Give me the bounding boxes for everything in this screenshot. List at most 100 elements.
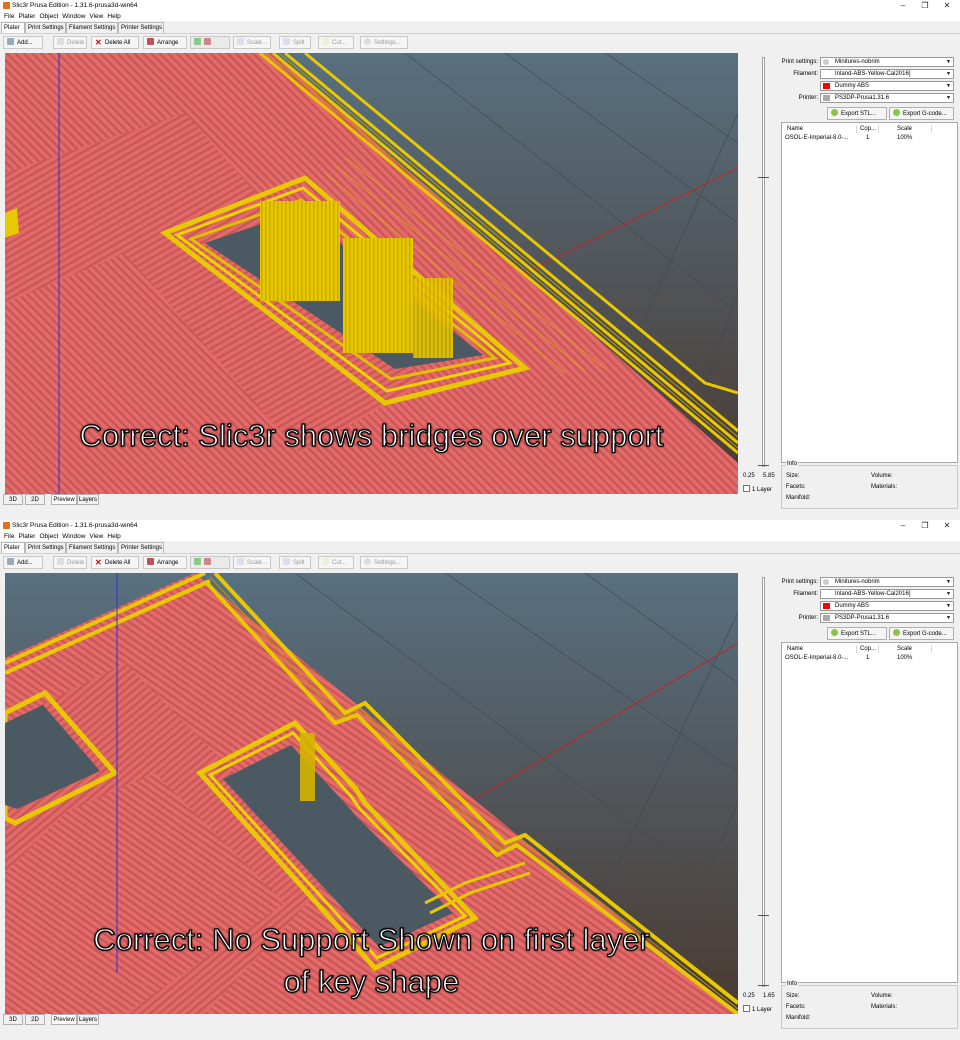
filament-select[interactable]: Inland-ABS-Yellow-Cal2016] ▼ xyxy=(820,589,954,599)
layer-slider-bottom-thumb[interactable] xyxy=(758,465,769,466)
print-settings-select[interactable]: Minitures-nobrim ▼ xyxy=(820,577,954,587)
export-gcode-button[interactable]: Export G-code... xyxy=(889,627,954,640)
layer-slider-panel: 0.25 5.85 1 Layer xyxy=(738,53,780,498)
tab-3d[interactable]: 3D xyxy=(3,1014,23,1025)
chevron-down-icon: ▼ xyxy=(946,579,951,585)
tab-layers[interactable]: Layers xyxy=(77,1014,99,1025)
column-header-scale[interactable]: Scale xyxy=(879,645,932,653)
close-button[interactable]: ✕ xyxy=(936,520,958,531)
split-button[interactable]: Split xyxy=(279,36,311,49)
info-volume: Volume: xyxy=(871,473,893,479)
rotate-buttons[interactable] xyxy=(190,36,230,49)
filament-row: Filament: Inland-ABS-Yellow-Cal2016] ▼ xyxy=(780,589,958,599)
column-header-name[interactable]: Name xyxy=(784,645,857,653)
delete-button[interactable]: Delete xyxy=(53,36,87,49)
scale-button[interactable]: Scale... xyxy=(233,556,271,569)
add-icon xyxy=(7,38,14,45)
filament-select[interactable]: Inland-ABS-Yellow-Cal2016] ▼ xyxy=(820,69,954,79)
tab-printer-settings[interactable]: Printer Settings xyxy=(118,542,164,553)
layer-slider-top-thumb[interactable] xyxy=(758,177,769,178)
menu-view[interactable]: View xyxy=(89,532,103,541)
menu-plater[interactable]: Plater xyxy=(18,12,35,21)
delete-icon xyxy=(57,558,64,565)
tab-print-settings[interactable]: Print Settings xyxy=(25,22,66,33)
tab-printer-settings[interactable]: Printer Settings xyxy=(118,22,164,33)
layer-slider[interactable] xyxy=(762,577,765,987)
export-gcode-label: Export G-code... xyxy=(903,631,947,637)
delete-all-button[interactable]: ✕ Delete All xyxy=(91,36,139,49)
add-button[interactable]: Add... xyxy=(3,36,43,49)
tab-filament-settings[interactable]: Filament Settings xyxy=(66,542,118,553)
one-layer-checkbox[interactable]: 1 Layer xyxy=(743,485,772,493)
menu-window[interactable]: Window xyxy=(62,532,85,541)
settings-button[interactable]: Settings... xyxy=(360,556,408,569)
restore-button[interactable]: ❐ xyxy=(914,0,936,11)
arrange-button[interactable]: Arrange xyxy=(143,36,187,49)
column-header-scale[interactable]: Scale xyxy=(879,125,932,133)
layer-slider-bottom-thumb[interactable] xyxy=(758,985,769,986)
cut-button[interactable]: Cut... xyxy=(318,556,354,569)
split-button[interactable]: Split xyxy=(279,556,311,569)
tab-preview[interactable]: Preview xyxy=(51,494,77,505)
export-gcode-button[interactable]: Export G-code... xyxy=(889,107,954,120)
scale-button[interactable]: Scale... xyxy=(233,36,271,49)
delete-label: Delete xyxy=(67,560,85,566)
table-row[interactable]: OSOL-E-Imperial-8.0-... 1 100% xyxy=(784,654,934,662)
tab-plater[interactable]: Plater xyxy=(1,542,25,553)
tab-print-settings[interactable]: Print Settings xyxy=(25,542,66,553)
cut-button[interactable]: Cut... xyxy=(318,36,354,49)
one-layer-checkbox[interactable]: 1 Layer xyxy=(743,1005,772,1013)
tab-2d[interactable]: 2D xyxy=(25,1014,45,1025)
rotate-buttons[interactable] xyxy=(190,556,230,569)
menu-object[interactable]: Object xyxy=(39,532,58,541)
tab-3d[interactable]: 3D xyxy=(3,494,23,505)
split-icon xyxy=(283,558,290,565)
table-row[interactable]: OSOL-E-Imperial-8.0-... 1 100% xyxy=(784,134,934,142)
plater-toolbar: Add... Delete ✕ Delete All Arrange Scale.… xyxy=(0,553,960,572)
restore-button[interactable]: ❐ xyxy=(914,520,936,531)
close-button[interactable]: ✕ xyxy=(936,0,958,11)
preview-viewport[interactable]: Correct: No Support Shown on first layer… xyxy=(5,573,738,1014)
menu-help[interactable]: Help xyxy=(107,12,120,21)
tab-filament-settings[interactable]: Filament Settings xyxy=(66,22,118,33)
object-list[interactable]: Name Cop... Scale OSOL-E-Imperial-8.0-..… xyxy=(781,122,958,463)
tab-plater[interactable]: Plater xyxy=(1,22,25,33)
printer-label: Printer: xyxy=(798,615,818,621)
preview-viewport[interactable]: Correct: Slic3r shows bridges over suppo… xyxy=(5,53,738,494)
menu-object[interactable]: Object xyxy=(39,12,58,21)
arrange-button[interactable]: Arrange xyxy=(143,556,187,569)
print-settings-select[interactable]: Minitures-nobrim ▼ xyxy=(820,57,954,67)
window-title: Slic3r Prusa Edition - 1.31.6-prusa3d-wi… xyxy=(12,522,138,529)
printer-select[interactable]: PS3DP-Prusa1.31.6 ▼ xyxy=(820,93,954,103)
menu-help[interactable]: Help xyxy=(107,532,120,541)
add-button[interactable]: Add... xyxy=(3,556,43,569)
export-stl-button[interactable]: Export STL... xyxy=(827,107,887,120)
object-list[interactable]: Name Cop... Scale OSOL-E-Imperial-8.0-..… xyxy=(781,642,958,983)
menu-file[interactable]: File xyxy=(4,12,14,21)
column-header-copies[interactable]: Cop... xyxy=(857,125,879,133)
settings-button[interactable]: Settings... xyxy=(360,36,408,49)
menu-file[interactable]: File xyxy=(4,532,14,541)
menu-view[interactable]: View xyxy=(89,12,103,21)
column-header-copies[interactable]: Cop... xyxy=(857,645,879,653)
delete-button[interactable]: Delete xyxy=(53,556,87,569)
tab-2d[interactable]: 2D xyxy=(25,494,45,505)
filament2-select[interactable]: Dummy ABS ▼ xyxy=(820,81,954,91)
minimize-button[interactable]: – xyxy=(892,520,914,531)
column-header-name[interactable]: Name xyxy=(784,125,857,133)
menu-plater[interactable]: Plater xyxy=(18,532,35,541)
layer-slider[interactable] xyxy=(762,57,765,467)
info-materials: Materials: xyxy=(871,1004,898,1010)
layer-slider-top-thumb[interactable] xyxy=(758,915,769,916)
minimize-button[interactable]: – xyxy=(892,0,914,11)
export-stl-button[interactable]: Export STL... xyxy=(827,627,887,640)
delete-all-button[interactable]: ✕ Delete All xyxy=(91,556,139,569)
menu-window[interactable]: Window xyxy=(62,12,85,21)
tab-layers[interactable]: Layers xyxy=(77,494,99,505)
settings-icon xyxy=(364,38,371,45)
object-copies: 1 xyxy=(866,655,870,661)
tab-preview[interactable]: Preview xyxy=(51,1014,77,1025)
print-settings-value: Minitures-nobrim xyxy=(835,59,880,65)
printer-select[interactable]: PS3DP-Prusa1.31.6 ▼ xyxy=(820,613,954,623)
filament2-select[interactable]: Dummy ABS ▼ xyxy=(820,601,954,611)
